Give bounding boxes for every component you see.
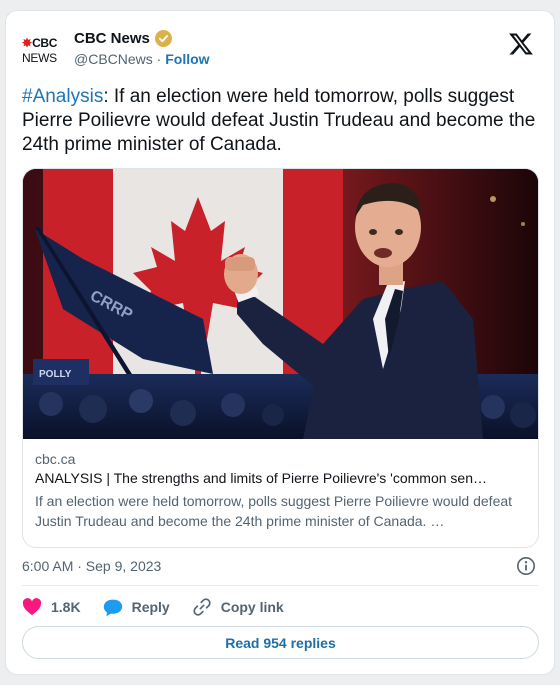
read-replies-button[interactable]: Read 954 replies [22, 626, 539, 659]
link-preview-card[interactable]: CRRP POLLY cbc.ca ANALYSIS | The strengt… [22, 168, 539, 548]
handle-separator: · [156, 51, 162, 67]
heart-icon [22, 598, 42, 616]
logo-news-text: NEWS [22, 51, 57, 65]
cbc-gem-icon: ✸ [22, 36, 33, 50]
reply-bubble-icon [103, 599, 122, 616]
svg-text:POLLY: POLLY [39, 369, 72, 380]
x-logo-icon[interactable] [508, 31, 534, 57]
account-handle[interactable]: @CBCNews [74, 51, 153, 67]
divider [22, 585, 538, 586]
tweet-text: #Analysis: If an election were held tomo… [22, 85, 542, 157]
copy-link-label: Copy link [220, 599, 284, 615]
like-count: 1.8K [51, 599, 81, 615]
link-chain-icon [193, 598, 211, 616]
account-name-row: CBC News [74, 30, 172, 47]
action-bar: 1.8K Reply Copy link [22, 596, 306, 618]
link-description: If an election were held tomorrow, polls… [35, 493, 513, 529]
tweet-timestamp[interactable]: 6:00 AM · Sep 9, 2023 [22, 558, 161, 574]
account-name[interactable]: CBC News [74, 30, 150, 47]
article-photo[interactable]: CRRP POLLY [23, 169, 538, 439]
logo-cbc-text: CBC [32, 36, 58, 50]
reply-label: Reply [131, 599, 170, 615]
reply-button[interactable]: Reply [103, 598, 170, 617]
verified-badge-icon [154, 30, 172, 47]
follow-button[interactable]: Follow [165, 51, 209, 67]
hashtag-link[interactable]: #Analysis [22, 86, 103, 107]
politician-photo-illustration: CRRP POLLY [23, 169, 538, 439]
handle-row: @CBCNews · Follow [74, 51, 210, 67]
info-icon[interactable] [516, 556, 536, 576]
link-meta: cbc.ca ANALYSIS | The strengths and limi… [23, 439, 538, 543]
tweet-header: ✸CBC NEWS CBC News @CBCNews · Follow [22, 27, 538, 75]
like-button[interactable]: 1.8K [22, 598, 81, 616]
tweet-card: ✸CBC NEWS CBC News @CBCNews · Follow #An… [5, 10, 555, 675]
link-title[interactable]: ANALYSIS | The strengths and limits of P… [35, 470, 526, 486]
link-domain: cbc.ca [35, 451, 76, 467]
copy-link-button[interactable]: Copy link [192, 597, 284, 617]
cbc-news-logo[interactable]: ✸CBC NEWS [22, 35, 68, 69]
